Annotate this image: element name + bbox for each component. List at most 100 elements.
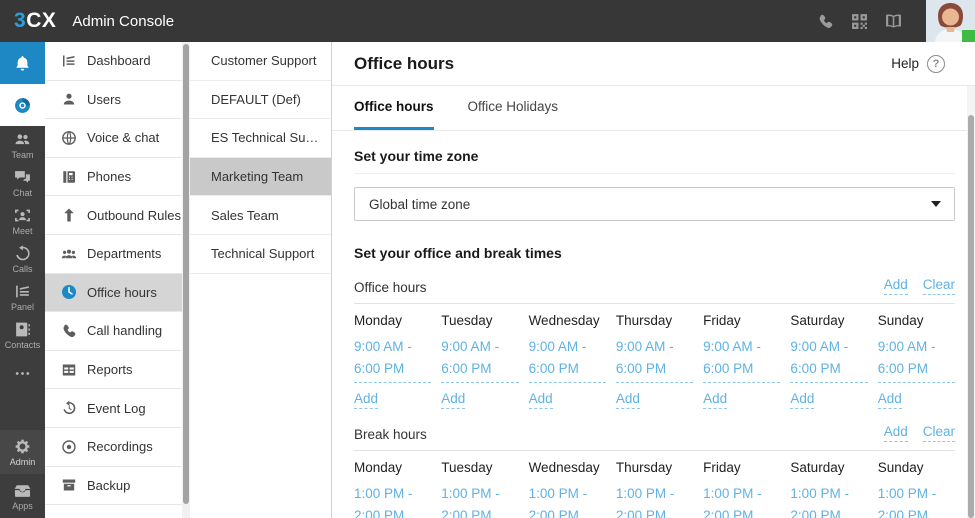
phone-icon[interactable] [808,0,842,42]
day-label: Monday [354,460,403,476]
tab-office-holidays[interactable]: Office Holidays [468,86,559,130]
rail-item-admin[interactable]: Admin [0,430,45,474]
add-time-link[interactable]: Add [790,391,815,410]
rail-item-team[interactable]: Team [0,126,45,164]
help-link[interactable]: Help ? [891,54,945,73]
menu-item-departments[interactable]: Departments [45,235,182,274]
menu-item-label: Reports [87,362,133,378]
day-column: Tuesday 9:00 AM - 6:00 PM Add [441,313,519,410]
rail-item-contacts[interactable]: Contacts [0,316,45,354]
menu-item-dashboard[interactable]: Dashboard [45,42,182,81]
time-range-link[interactable]: 9:00 AM - 6:00 PM [615,336,694,384]
table-icon [60,361,77,378]
rail-label: Chat [12,187,32,198]
qr-code-icon[interactable] [842,0,876,42]
menu-item-office-hours[interactable]: Office hours [45,273,182,313]
time-range-link[interactable]: 1:00 PM - 2:00 PM [790,483,867,518]
menu-item-backup[interactable]: Backup [45,467,182,506]
menu-item-label: Departments [87,246,162,262]
time-range-link[interactable]: 9:00 AM - 6:00 PM [877,336,955,384]
day-label: Saturday [790,460,845,476]
menu-item-label: Dashboard [87,53,151,69]
notifications-bell-icon[interactable] [0,42,45,84]
clock-icon [60,284,77,301]
day-column: Monday 1:00 PM - 2:00 PM Add [354,460,431,518]
menu-item-label: Call handling [87,323,163,339]
more-icon[interactable] [0,354,45,392]
day-column: Monday 9:00 AM - 6:00 PM Add [354,313,432,410]
rail-item-panel[interactable]: Panel [0,278,45,316]
menu-scrollbar-thumb[interactable] [183,44,189,504]
user-avatar[interactable] [926,0,975,42]
list-item-technical-support[interactable]: Technical Support [190,235,331,274]
list-item-default[interactable]: DEFAULT (Def) [190,81,331,120]
add-time-link[interactable]: Add [354,391,379,410]
rail-item-apps[interactable]: Apps [0,474,45,518]
web-client-icon[interactable] [0,84,45,126]
menu-item-call-handling[interactable]: Call handling [45,312,182,351]
menu-item-label: Voice & chat [87,130,160,146]
menu-item-voice-chat[interactable]: Voice & chat [45,119,182,158]
menu-item-label: Phones [87,169,132,185]
list-item-sales-team[interactable]: Sales Team [190,196,331,235]
status-badge [962,30,975,42]
office-add-link[interactable]: Add [883,277,908,295]
break-clear-link[interactable]: Clear [922,424,955,443]
add-time-link[interactable]: Add [703,391,728,410]
logo-cx: CX [26,9,57,32]
add-time-link[interactable]: Add [528,391,553,410]
time-range-link[interactable]: 1:00 PM - 2:00 PM [878,483,955,518]
logo-3: 3 [14,9,27,32]
time-range-link[interactable]: 1:00 PM - 2:00 PM [529,483,606,518]
time-range-link[interactable]: 9:00 AM - 6:00 PM [528,336,606,384]
time-range-link[interactable]: 1:00 PM - 2:00 PM [616,483,693,518]
menu-item-label: Users [87,91,121,107]
rail-item-calls[interactable]: Calls [0,240,45,278]
time-range-link[interactable]: 1:00 PM - 2:00 PM [703,483,780,518]
time-range-link[interactable]: 9:00 AM - 6:00 PM [441,336,519,384]
help-label: Help [891,56,919,71]
timezone-value: Global time zone [369,196,471,212]
rail-item-chat[interactable]: Chat [0,164,45,202]
globe-icon [60,129,77,146]
timezone-select[interactable]: Global time zone [354,187,955,221]
rail-item-meet[interactable]: Meet [0,202,45,240]
time-range-link[interactable]: 9:00 AM - 6:00 PM [354,336,432,384]
menu-item-recordings[interactable]: Recordings [45,428,182,467]
content-scrollbar-thumb[interactable] [968,115,974,518]
day-label: Friday [703,460,741,476]
menu-item-label: Outbound Rules [87,207,181,223]
menu-item-users[interactable]: Users [45,81,182,120]
time-range-link[interactable]: 9:00 AM - 6:00 PM [790,336,868,384]
times-heading: Set your office and break times [354,245,562,261]
list-item-label: Marketing Team [211,169,304,185]
content-scrollbar[interactable] [967,86,975,518]
add-time-link[interactable]: Add [441,391,466,410]
office-clear-link[interactable]: Clear [922,277,955,295]
list-item-customer-support[interactable]: Customer Support [190,42,331,81]
menu-item-phones[interactable]: Phones [45,158,182,197]
add-time-link[interactable]: Add [877,391,902,410]
menu-scrollbar[interactable] [182,42,190,518]
time-range-link[interactable]: 1:00 PM - 2:00 PM [441,483,518,518]
list-item-marketing-team[interactable]: Marketing Team [190,157,331,197]
time-range-link[interactable]: 9:00 AM - 6:00 PM [703,336,781,384]
users-icon [60,91,77,108]
time-range-link[interactable]: 1:00 PM - 2:00 PM [354,483,431,518]
group-icon [60,245,77,262]
break-add-link[interactable]: Add [883,424,908,443]
page-title: Office hours [354,53,455,73]
app-title: Admin Console [72,12,175,30]
main-content: Office hours Help ? Office hours Office … [332,42,975,518]
rail-label: Team [11,149,34,160]
tab-office-hours[interactable]: Office hours [354,86,434,130]
book-icon[interactable] [876,0,910,42]
day-label: Sunday [877,460,924,476]
menu-item-label: Recordings [87,439,153,455]
menu-item-event-log[interactable]: Event Log [45,389,182,428]
menu-item-reports[interactable]: Reports [45,351,182,390]
add-time-link[interactable]: Add [615,391,640,410]
menu-item-outbound-rules[interactable]: Outbound Rules [45,196,182,235]
list-item-es-technical-support[interactable]: ES Technical Su… [190,119,331,158]
break-hours-label: Break hours [354,427,427,443]
